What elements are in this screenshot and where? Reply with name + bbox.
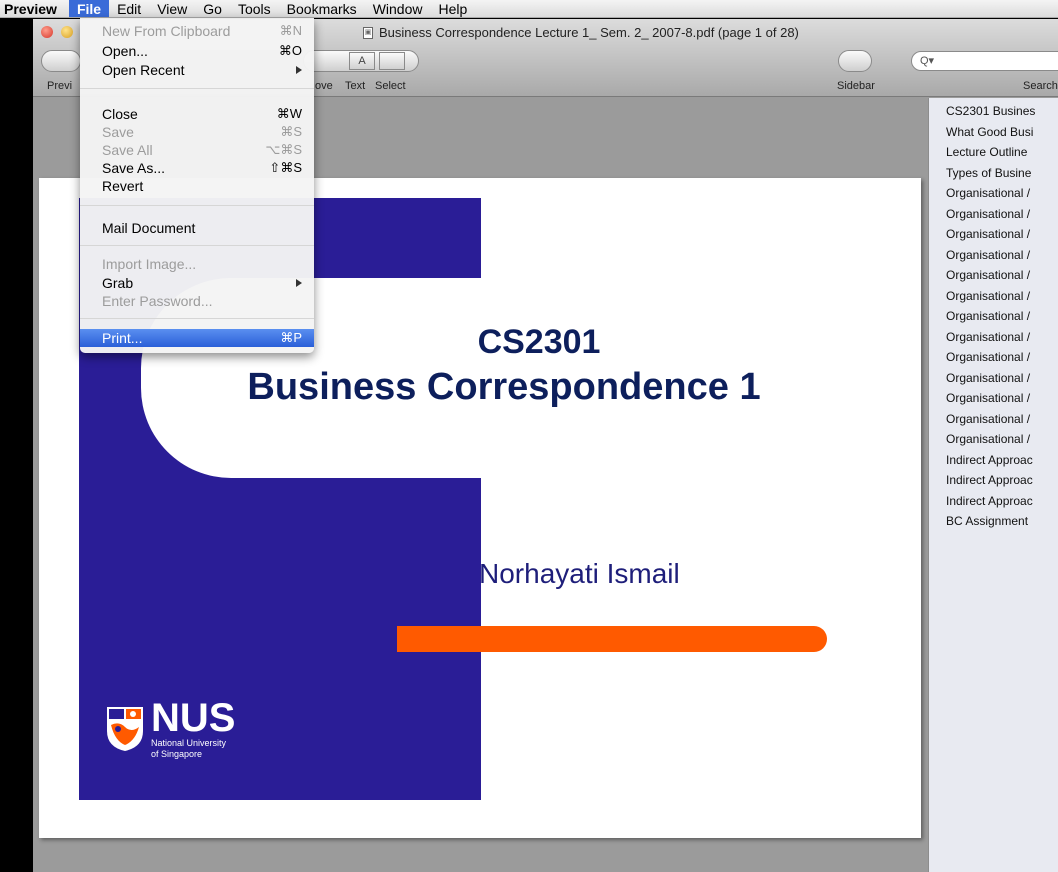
close-window-icon[interactable] bbox=[41, 26, 53, 38]
menu-item-close[interactable]: Close ⌘W bbox=[80, 105, 314, 123]
outline-item[interactable]: Indirect Approac bbox=[946, 491, 1058, 512]
outline-item[interactable]: Indirect Approac bbox=[946, 450, 1058, 471]
outline-item[interactable]: Organisational / bbox=[946, 183, 1058, 204]
menu-item-shortcut: ⌘W bbox=[276, 106, 302, 121]
menu-bookmarks[interactable]: Bookmarks bbox=[279, 0, 365, 17]
toolbar-label-search: Search bbox=[1023, 80, 1058, 92]
menu-item-new-from-clipboard[interactable]: New From Clipboard ⌘N bbox=[80, 22, 314, 40]
menu-item-enter-password[interactable]: Enter Password... bbox=[80, 292, 314, 310]
menu-item-label: Open... bbox=[102, 43, 148, 59]
slide-title: Business Correspondence 1 bbox=[247, 366, 761, 408]
slide-author: Norhayati Ismail bbox=[479, 558, 680, 589]
toolbar-label-move: ove bbox=[315, 80, 333, 92]
outline-item[interactable]: Organisational / bbox=[946, 306, 1058, 327]
outline-item[interactable]: Organisational / bbox=[946, 409, 1058, 430]
nus-logo-text: NUS bbox=[151, 696, 236, 740]
menu-item-shortcut: ⌘P bbox=[280, 330, 302, 345]
outline-item[interactable]: Organisational / bbox=[946, 245, 1058, 266]
menu-separator bbox=[80, 318, 314, 319]
menu-item-shortcut: ⌥⌘S bbox=[265, 142, 302, 157]
nus-logo-subtitle-1: National University bbox=[151, 738, 227, 748]
outline-list: CS2301 Busines What Good Busi Lecture Outl… bbox=[929, 98, 1058, 532]
submenu-arrow-icon bbox=[296, 279, 302, 287]
menu-item-label: Import Image... bbox=[102, 256, 197, 272]
menu-app-preview[interactable]: Preview bbox=[0, 0, 69, 17]
text-select-button[interactable]: A bbox=[349, 52, 375, 70]
menu-item-print[interactable]: Print... ⌘P bbox=[80, 329, 314, 347]
menu-item-label: Mail Document bbox=[102, 220, 196, 236]
menu-item-revert[interactable]: Revert bbox=[80, 177, 314, 195]
menu-item-save[interactable]: Save ⌘S bbox=[80, 123, 314, 141]
menu-item-label: New From Clipboard bbox=[102, 23, 231, 39]
search-input[interactable]: Q▾ bbox=[911, 51, 1058, 71]
nus-logo-subtitle-2: of Singapore bbox=[151, 749, 203, 759]
outline-item[interactable]: Organisational / bbox=[946, 368, 1058, 389]
menu-item-shortcut: ⌘S bbox=[280, 124, 302, 139]
outline-item[interactable]: Organisational / bbox=[946, 429, 1058, 450]
nus-crest-icon bbox=[107, 707, 143, 751]
menu-view[interactable]: View bbox=[149, 0, 195, 17]
menu-bar: Preview File Edit View Go Tools Bookmark… bbox=[0, 0, 1058, 18]
menu-item-grab[interactable]: Grab bbox=[80, 274, 314, 292]
menu-item-label: Print... bbox=[102, 330, 143, 346]
toolbar-label-sidebar: Sidebar bbox=[837, 80, 875, 92]
menu-item-shortcut: ⌘O bbox=[278, 43, 302, 58]
outline-item[interactable]: Organisational / bbox=[946, 224, 1058, 245]
menu-item-mail-document[interactable]: Mail Document bbox=[80, 219, 314, 237]
outline-item[interactable]: Indirect Approac bbox=[946, 470, 1058, 491]
file-menu-dropdown: New From Clipboard ⌘N Open... ⌘O Open Rece… bbox=[80, 18, 314, 353]
submenu-arrow-icon bbox=[296, 66, 302, 74]
menu-item-label: Save As... bbox=[102, 160, 166, 176]
outline-item[interactable]: Organisational / bbox=[946, 327, 1058, 348]
slide-course-code: CS2301 bbox=[477, 323, 601, 361]
menu-edit[interactable]: Edit bbox=[109, 0, 149, 17]
menu-help[interactable]: Help bbox=[430, 0, 475, 17]
select-tool-button[interactable] bbox=[379, 52, 405, 70]
outline-item[interactable]: What Good Busi bbox=[946, 122, 1058, 143]
menu-item-label: Open Recent bbox=[102, 62, 185, 78]
toolbar-label-select: Select bbox=[375, 80, 406, 92]
pdf-document-icon: ▣ bbox=[363, 26, 373, 39]
menu-item-open-recent[interactable]: Open Recent bbox=[80, 61, 314, 79]
menu-item-label: Grab bbox=[102, 275, 134, 291]
slide-orange-bar bbox=[397, 626, 827, 652]
outline-item[interactable]: CS2301 Busines bbox=[946, 101, 1058, 122]
sidebar-toggle-button[interactable] bbox=[838, 50, 872, 72]
menu-item-import-image[interactable]: Import Image... bbox=[80, 255, 314, 273]
menu-window[interactable]: Window bbox=[365, 0, 431, 17]
previous-next-buttons[interactable] bbox=[41, 50, 81, 72]
menu-item-shortcut: ⌘N bbox=[279, 23, 302, 38]
outline-item[interactable]: Organisational / bbox=[946, 347, 1058, 368]
nus-logo: NUS National University of Singapore bbox=[105, 698, 235, 760]
menu-file[interactable]: File bbox=[68, 0, 110, 17]
outline-item[interactable]: Lecture Outline bbox=[946, 142, 1058, 163]
window-title-text: Business Correspondence Lecture 1_ Sem. … bbox=[379, 25, 799, 40]
menu-separator bbox=[80, 245, 314, 246]
menu-separator bbox=[80, 88, 314, 89]
menu-item-label: Save All bbox=[102, 142, 153, 158]
outline-item[interactable]: Organisational / bbox=[946, 265, 1058, 286]
outline-item[interactable]: Types of Busine bbox=[946, 163, 1058, 184]
sidebar-outline[interactable]: CS2301 Busines What Good Busi Lecture Outl… bbox=[928, 98, 1058, 872]
menu-item-label: Enter Password... bbox=[102, 293, 213, 309]
outline-item[interactable]: Organisational / bbox=[946, 204, 1058, 225]
menu-tools[interactable]: Tools bbox=[230, 0, 279, 17]
menu-item-label: Close bbox=[102, 106, 138, 122]
minimize-window-icon[interactable] bbox=[61, 26, 73, 38]
outline-item[interactable]: BC Assignment bbox=[946, 511, 1058, 532]
menu-item-save-all[interactable]: Save All ⌥⌘S bbox=[80, 141, 314, 159]
menu-item-shortcut: ⇧⌘S bbox=[269, 160, 302, 175]
nus-wordmark: NUS National University of Singapore bbox=[151, 698, 235, 760]
menu-item-save-as[interactable]: Save As... ⇧⌘S bbox=[80, 159, 314, 177]
outline-item[interactable]: Organisational / bbox=[946, 388, 1058, 409]
menu-item-open[interactable]: Open... ⌘O bbox=[80, 42, 314, 60]
toolbar-label-previous: Previ bbox=[47, 80, 73, 92]
window-title: ▣ Business Correspondence Lecture 1_ Sem… bbox=[363, 25, 799, 40]
menu-item-label: Revert bbox=[102, 178, 144, 194]
outline-item[interactable]: Organisational / bbox=[946, 286, 1058, 307]
menu-go[interactable]: Go bbox=[195, 0, 230, 17]
toolbar-label-text: Text bbox=[345, 80, 366, 92]
menu-item-label: Save bbox=[102, 124, 134, 140]
menu-separator bbox=[80, 205, 314, 206]
